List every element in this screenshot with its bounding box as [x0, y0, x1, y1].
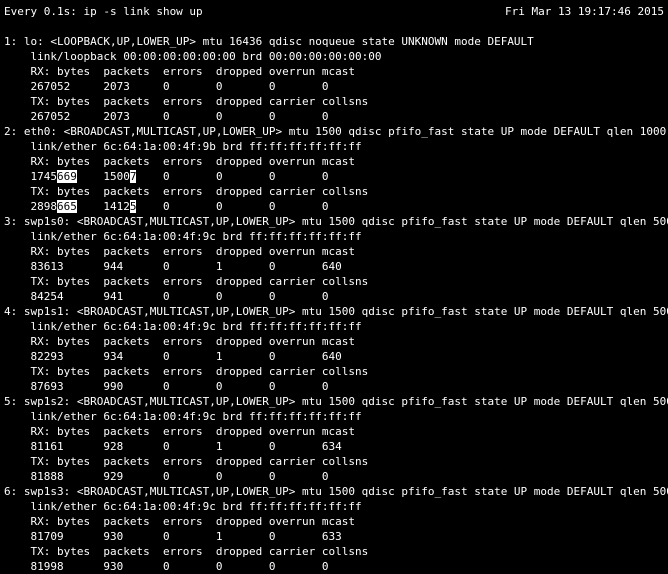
tx-header: TX: bytes packets errors dropped carrier…: [4, 364, 664, 379]
rx-values: 83613 944 0 1 0 640: [4, 259, 664, 274]
iface-title: 3: swp1s0: <BROADCAST,MULTICAST,UP,LOWER…: [4, 214, 664, 229]
iface-link: link/ether 6c:64:1a:00:4f:9c brd ff:ff:f…: [4, 319, 664, 334]
watch-command: Every 0.1s: ip -s link show up: [4, 4, 203, 19]
tx-header: TX: bytes packets errors dropped carrier…: [4, 184, 664, 199]
changed-digits: 7: [130, 170, 137, 183]
terminal-output: 1: lo: <LOOPBACK,UP,LOWER_UP> mtu 16436 …: [4, 34, 664, 574]
iface-block-4: 4: swp1s1: <BROADCAST,MULTICAST,UP,LOWER…: [4, 304, 664, 394]
tx-values: 2898665 14125 0 0 0 0: [4, 199, 664, 214]
tx-header: TX: bytes packets errors dropped carrier…: [4, 544, 664, 559]
iface-link: link/ether 6c:64:1a:00:4f:9c brd ff:ff:f…: [4, 499, 664, 514]
terminal-header: Every 0.1s: ip -s link show up Fri Mar 1…: [4, 4, 664, 19]
rx-values: 1745669 15007 0 0 0 0: [4, 169, 664, 184]
rx-header: RX: bytes packets errors dropped overrun…: [4, 334, 664, 349]
iface-title: 4: swp1s1: <BROADCAST,MULTICAST,UP,LOWER…: [4, 304, 664, 319]
rx-header: RX: bytes packets errors dropped overrun…: [4, 154, 664, 169]
iface-block-3: 3: swp1s0: <BROADCAST,MULTICAST,UP,LOWER…: [4, 214, 664, 304]
rx-values: 82293 934 0 1 0 640: [4, 349, 664, 364]
rx-header: RX: bytes packets errors dropped overrun…: [4, 424, 664, 439]
rx-values: 267052 2073 0 0 0 0: [4, 79, 664, 94]
rx-header: RX: bytes packets errors dropped overrun…: [4, 514, 664, 529]
iface-block-2: 2: eth0: <BROADCAST,MULTICAST,UP,LOWER_U…: [4, 124, 664, 214]
iface-title: 1: lo: <LOOPBACK,UP,LOWER_UP> mtu 16436 …: [4, 34, 664, 49]
rx-header: RX: bytes packets errors dropped overrun…: [4, 64, 664, 79]
timestamp: Fri Mar 13 19:17:46 2015: [505, 4, 664, 19]
tx-values: 87693 990 0 0 0 0: [4, 379, 664, 394]
tx-values: 81888 929 0 0 0 0: [4, 469, 664, 484]
rx-header: RX: bytes packets errors dropped overrun…: [4, 244, 664, 259]
tx-header: TX: bytes packets errors dropped carrier…: [4, 94, 664, 109]
rx-values: 81709 930 0 1 0 633: [4, 529, 664, 544]
tx-values: 84254 941 0 0 0 0: [4, 289, 664, 304]
iface-block-5: 5: swp1s2: <BROADCAST,MULTICAST,UP,LOWER…: [4, 394, 664, 484]
iface-block-1: 1: lo: <LOOPBACK,UP,LOWER_UP> mtu 16436 …: [4, 34, 664, 124]
changed-digits: 669: [57, 170, 77, 183]
rx-values: 81161 928 0 1 0 634: [4, 439, 664, 454]
changed-digits: 5: [130, 200, 137, 213]
iface-title: 5: swp1s2: <BROADCAST,MULTICAST,UP,LOWER…: [4, 394, 664, 409]
tx-values: 267052 2073 0 0 0 0: [4, 109, 664, 124]
changed-digits: 665: [57, 200, 77, 213]
iface-link: link/ether 6c:64:1a:00:4f:9b brd ff:ff:f…: [4, 139, 664, 154]
iface-block-6: 6: swp1s3: <BROADCAST,MULTICAST,UP,LOWER…: [4, 484, 664, 574]
iface-link: link/ether 6c:64:1a:00:4f:9c brd ff:ff:f…: [4, 409, 664, 424]
tx-header: TX: bytes packets errors dropped carrier…: [4, 274, 664, 289]
tx-header: TX: bytes packets errors dropped carrier…: [4, 454, 664, 469]
tx-values: 81998 930 0 0 0 0: [4, 559, 664, 574]
iface-title: 6: swp1s3: <BROADCAST,MULTICAST,UP,LOWER…: [4, 484, 664, 499]
iface-title: 2: eth0: <BROADCAST,MULTICAST,UP,LOWER_U…: [4, 124, 664, 139]
iface-link: link/ether 6c:64:1a:00:4f:9c brd ff:ff:f…: [4, 229, 664, 244]
iface-link: link/loopback 00:00:00:00:00:00 brd 00:0…: [4, 49, 664, 64]
